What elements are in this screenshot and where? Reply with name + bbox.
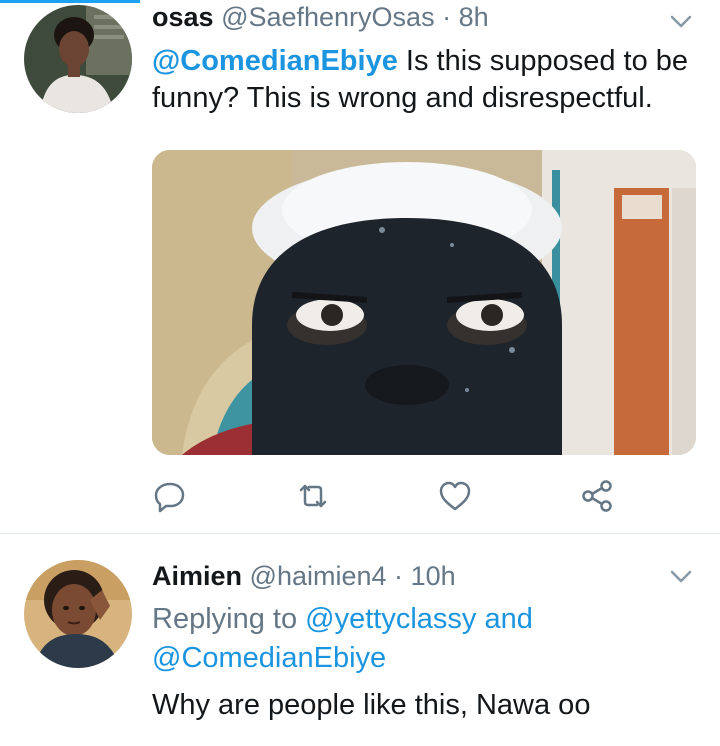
replying-to: Replying to @yettyclassy and: [152, 601, 533, 638]
tweet-media-image[interactable]: [152, 150, 696, 455]
display-name[interactable]: Aimien: [152, 561, 242, 591]
chevron-down-icon[interactable]: [668, 12, 694, 32]
share-icon[interactable]: [579, 478, 615, 514]
tweet-header: osas @SaefhenryOsas · 8h: [152, 0, 489, 34]
profile-photo-icon: [24, 560, 132, 668]
separator-dot: ·: [394, 561, 404, 591]
like-icon[interactable]: [437, 478, 473, 514]
tweet[interactable]: osas @SaefhenryOsas · 8h @ComedianEbiye …: [0, 0, 720, 533]
retweet-icon[interactable]: [295, 478, 331, 514]
user-handle[interactable]: @SaefhenryOsas: [221, 2, 435, 32]
reply-mention-link[interactable]: @ComedianEbiye: [152, 640, 386, 677]
timestamp[interactable]: 8h: [459, 2, 489, 32]
tweet[interactable]: Aimien @haimien4 · 10h Replying to @yett…: [0, 534, 720, 746]
avatar[interactable]: [24, 560, 132, 668]
chevron-down-icon[interactable]: [668, 567, 694, 587]
tweet-text: Why are people like this, Nawa oo: [152, 689, 591, 721]
tweet-header: Aimien @haimien4 · 10h: [152, 559, 456, 593]
tweet-text: @ComedianEbiye Is this supposed to be fu…: [152, 43, 697, 117]
reply-mention-link[interactable]: @yettyclassy: [305, 603, 476, 635]
avatar[interactable]: [24, 5, 132, 113]
user-handle[interactable]: @haimien4: [250, 561, 387, 591]
profile-photo-icon: [24, 5, 132, 113]
tweet-actions: [152, 478, 652, 514]
replying-to-label: Replying to: [152, 603, 306, 635]
mention-link[interactable]: @ComedianEbiye: [152, 45, 398, 77]
display-name[interactable]: osas: [152, 2, 214, 32]
separator-dot: ·: [442, 2, 452, 32]
media-photo: [152, 150, 696, 455]
timestamp[interactable]: 10h: [411, 561, 456, 591]
replying-and[interactable]: and: [476, 603, 532, 635]
reply-icon[interactable]: [152, 478, 188, 514]
